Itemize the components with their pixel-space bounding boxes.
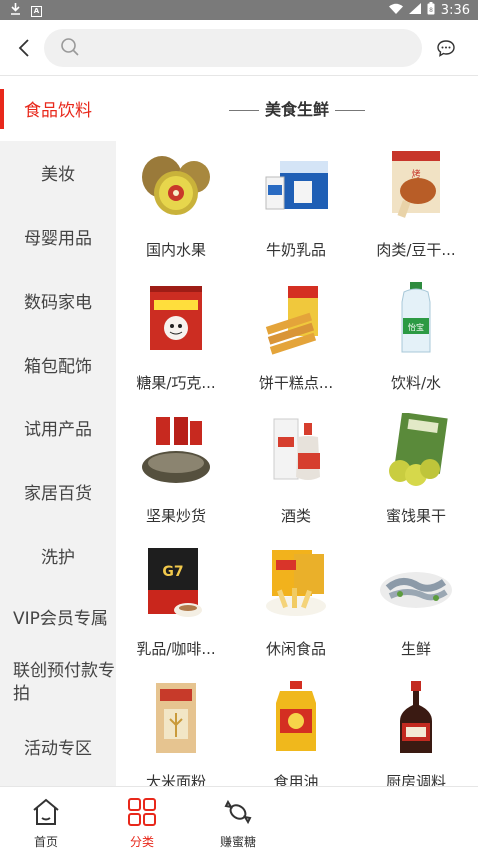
category-item-milk[interactable]: 牛奶乳品	[236, 137, 356, 270]
sidebar-item-food-drinks[interactable]: 食品饮料	[0, 77, 116, 141]
soy-sauce-icon	[378, 679, 454, 755]
liquor-bottle-icon	[258, 413, 334, 489]
svg-text:8: 8	[429, 7, 433, 14]
sidebar-item-baby[interactable]: 母婴用品	[0, 205, 116, 269]
kiwi-fruit-icon	[138, 147, 214, 223]
category-sidebar: 食品饮料 美妆 母婴用品 数码家电 箱包配饰 试用产品 家居百货 洗护 VIP会…	[0, 77, 116, 786]
dried-fruit-bag-icon	[378, 412, 454, 489]
category-item-rice[interactable]: 大米面粉	[116, 669, 236, 786]
fries-snack-icon	[258, 546, 334, 622]
status-bar: A 8 3:36	[0, 0, 478, 20]
wafer-biscuit-icon	[258, 280, 334, 356]
category-item-biscuit[interactable]: 饼干糕点...	[236, 270, 356, 403]
wifi-icon	[388, 3, 403, 18]
category-item-nuts[interactable]: 坚果炒货	[116, 403, 236, 536]
download-icon	[10, 3, 21, 19]
category-item-snacks[interactable]: 休闲食品	[236, 536, 356, 669]
category-item-coffee[interactable]: G7 乳品/咖啡...	[116, 536, 236, 669]
divider	[335, 110, 365, 111]
water-bottle-icon: 怡宝	[378, 280, 454, 356]
candy-icon	[222, 796, 254, 828]
sidebar-item-electronics[interactable]: 数码家电	[0, 268, 116, 332]
clock-time: 3:36	[440, 3, 470, 18]
category-item-dried-fruit[interactable]: 蜜饯果干	[356, 403, 476, 536]
candy-bag-icon	[138, 280, 214, 356]
top-header	[0, 20, 478, 76]
sidebar-item-events[interactable]: 活动专区	[0, 715, 116, 779]
app-notification-icon: A	[31, 5, 42, 17]
divider	[228, 110, 259, 111]
sidebar-item-home[interactable]: 家居百货	[0, 460, 116, 524]
sidebar-item-beauty[interactable]: 美妆	[0, 141, 116, 205]
bottom-tab-bar: 首页 分类 赚蜜糖	[0, 786, 478, 850]
search-icon	[60, 37, 80, 57]
category-grid-icon	[126, 796, 158, 828]
category-item-seasoning[interactable]: 厨房调料	[356, 669, 476, 786]
category-item-fresh[interactable]: 生鲜	[356, 536, 476, 669]
tab-home[interactable]: 首页	[0, 787, 92, 851]
shrimp-plate-icon	[378, 546, 454, 622]
category-item-drinks[interactable]: 怡宝 饮料/水	[356, 270, 476, 403]
category-item-liquor[interactable]: 酒类	[236, 403, 356, 536]
battery-icon: 8	[427, 2, 435, 19]
sidebar-item-bags[interactable]: 箱包配饰	[0, 332, 116, 396]
coffee-pack-icon: G7	[138, 546, 214, 622]
oil-bottle-icon	[258, 679, 334, 755]
meat-snack-icon: 烤	[378, 147, 454, 223]
category-item-meat[interactable]: 烤 肉类/豆干...	[356, 137, 476, 270]
category-item-oil[interactable]: 食用油	[236, 669, 356, 786]
tab-category[interactable]: 分类	[96, 787, 188, 851]
chat-bubble-icon	[436, 40, 456, 62]
home-icon	[30, 796, 62, 828]
rice-bag-icon	[138, 679, 214, 755]
sidebar-item-prepaid[interactable]: 联创预付款专拍	[0, 651, 116, 715]
milk-box-icon	[258, 147, 334, 223]
category-item-candy[interactable]: 糖果/巧克...	[116, 270, 236, 403]
search-input[interactable]	[90, 29, 410, 67]
sunflower-seeds-icon	[138, 413, 214, 489]
svg-text:烤: 烤	[411, 168, 420, 180]
svg-text:G7: G7	[162, 564, 183, 580]
message-button[interactable]	[436, 38, 456, 58]
category-content: 美食生鲜 国内水果 牛奶乳品 烤 肉类/豆干... 糖果/巧克... 饼干糕点.…	[116, 77, 478, 786]
signal-icon	[408, 3, 421, 18]
svg-text:怡宝: 怡宝	[408, 322, 424, 332]
sidebar-item-care[interactable]: 洗护	[0, 524, 116, 588]
category-item-fruit[interactable]: 国内水果	[116, 137, 236, 270]
sidebar-item-vip[interactable]: VIP会员专属	[0, 587, 116, 651]
search-bar[interactable]	[44, 29, 422, 67]
sidebar-item-trial[interactable]: 试用产品	[0, 396, 116, 460]
tab-earn-candy[interactable]: 赚蜜糖	[192, 787, 284, 851]
back-button[interactable]	[10, 34, 38, 62]
section-title: 美食生鲜	[116, 96, 478, 120]
